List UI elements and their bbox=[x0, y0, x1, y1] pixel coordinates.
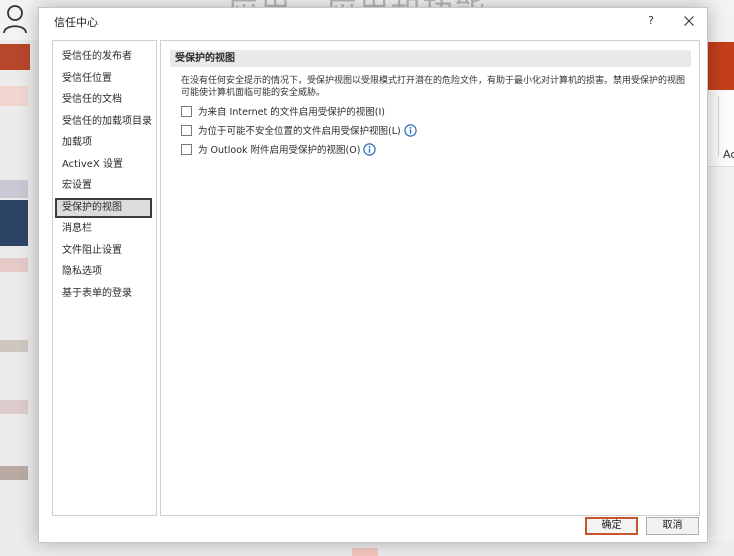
nav-item-activex-settings[interactable]: ActiveX 设置 bbox=[55, 155, 152, 175]
nav-item-form-based-signin[interactable]: 基于表单的登录 bbox=[55, 284, 152, 304]
nav-item-message-bar[interactable]: 消息栏 bbox=[55, 219, 152, 239]
info-icon[interactable] bbox=[404, 123, 417, 137]
blurred-region bbox=[0, 340, 28, 352]
checkbox[interactable] bbox=[181, 124, 192, 136]
trust-center-dialog: 信任中心 ? 受信任的发布者 受信任位置 受信任的文档 受信任的加载项目录 加载… bbox=[38, 7, 708, 543]
option-internet-files[interactable]: 为来自 Internet 的文件启用受保护的视图(I) bbox=[181, 103, 385, 119]
option-label: 为位于可能不安全位置的文件启用受保护视图(L) bbox=[198, 126, 401, 137]
nav-item-trusted-locations[interactable]: 受信任位置 bbox=[55, 69, 152, 89]
background-divider bbox=[718, 96, 719, 156]
blurred-region bbox=[0, 86, 28, 106]
close-icon bbox=[684, 16, 694, 26]
section-title: 受保护的视图 bbox=[170, 50, 691, 67]
nav-item-protected-view[interactable]: 受保护的视图 bbox=[55, 198, 152, 218]
blurred-region bbox=[0, 466, 28, 480]
nav-item-file-block-settings[interactable]: 文件阻止设置 bbox=[55, 241, 152, 261]
blurred-region bbox=[0, 180, 28, 198]
settings-panel: 受保护的视图 在没有任何安全提示的情况下，受保护视图以受限模式打开潜在的危险文件… bbox=[160, 40, 700, 516]
checkbox[interactable] bbox=[181, 143, 192, 155]
cancel-button[interactable]: 取消 bbox=[646, 517, 699, 535]
option-outlook-attachments[interactable]: 为 Outlook 附件启用受保护的视图(O) bbox=[181, 141, 377, 157]
nav-item-trusted-addin-catalogs[interactable]: 受信任的加载项目录 bbox=[55, 112, 152, 132]
background-ribbon bbox=[706, 42, 734, 90]
ok-button[interactable]: 确定 bbox=[585, 517, 638, 535]
checkbox[interactable] bbox=[181, 105, 192, 117]
dialog-title: 信任中心 bbox=[54, 16, 98, 29]
blurred-region bbox=[0, 200, 28, 246]
blurred-region bbox=[0, 258, 28, 272]
category-list: 受信任的发布者 受信任位置 受信任的文档 受信任的加载项目录 加载项 Activ… bbox=[52, 40, 157, 516]
info-icon[interactable] bbox=[363, 142, 377, 156]
option-label: 为 Outlook 附件启用受保护的视图(O) bbox=[198, 145, 361, 156]
background-ribbon-text: Ac bbox=[723, 148, 734, 161]
user-account-icon bbox=[3, 5, 27, 34]
option-label: 为来自 Internet 的文件启用受保护的视图(I) bbox=[198, 107, 385, 118]
nav-item-macro-settings[interactable]: 宏设置 bbox=[55, 176, 152, 196]
nav-item-addins[interactable]: 加载项 bbox=[55, 133, 152, 153]
section-description: 在没有任何安全提示的情况下，受保护视图以受限模式打开潜在的危险文件，有助于最小化… bbox=[181, 76, 686, 98]
nav-item-trusted-publishers[interactable]: 受信任的发布者 bbox=[55, 47, 152, 67]
nav-item-privacy-options[interactable]: 隐私选项 bbox=[55, 262, 152, 282]
blurred-region bbox=[0, 400, 28, 414]
background-bottom-mark bbox=[352, 548, 378, 556]
close-button[interactable] bbox=[677, 10, 701, 32]
background-app-tab bbox=[0, 44, 30, 70]
dialog-titlebar[interactable]: 信任中心 ? bbox=[39, 8, 707, 34]
nav-item-trusted-documents[interactable]: 受信任的文档 bbox=[55, 90, 152, 110]
option-unsafe-locations[interactable]: 为位于可能不安全位置的文件启用受保护视图(L) bbox=[181, 122, 417, 138]
help-button[interactable]: ? bbox=[639, 10, 663, 32]
